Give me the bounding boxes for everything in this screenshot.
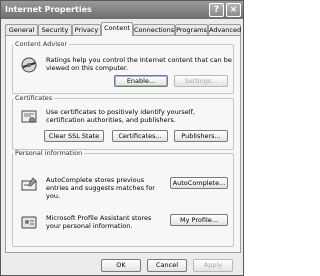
- content-advisor-icon: [20, 56, 38, 74]
- tab-connections[interactable]: Connections: [133, 24, 175, 35]
- clear-ssl-state-button[interactable]: Clear SSL State: [44, 130, 104, 142]
- certificate-icon: [20, 108, 38, 126]
- certificates-description: Use certificates to positively identify …: [46, 108, 195, 124]
- autocomplete-button[interactable]: AutoComplete...: [170, 177, 228, 189]
- profile-assistant-description: Microsoft Profile Assistant stores your …: [46, 214, 152, 230]
- content-advisor-heading: Content Advisor: [15, 40, 68, 48]
- profile-assistant-icon: [20, 213, 38, 231]
- help-button[interactable]: ?: [209, 3, 224, 17]
- content-advisor-description: Ratings help you control the Internet co…: [46, 56, 232, 72]
- tab-content[interactable]: Content: [101, 22, 133, 36]
- tab-programs[interactable]: Programs: [175, 24, 208, 35]
- my-profile-button[interactable]: My Profile...: [170, 214, 228, 226]
- internet-properties-dialog: Internet Properties ? × General Security…: [0, 0, 244, 276]
- publishers-button[interactable]: Publishers...: [174, 130, 228, 142]
- tab-security[interactable]: Security: [38, 24, 72, 35]
- autocomplete-icon: [20, 176, 38, 194]
- dialog-title: Internet Properties: [5, 5, 92, 14]
- close-button[interactable]: ×: [226, 3, 241, 17]
- apply-button[interactable]: Apply: [193, 259, 233, 272]
- cancel-button[interactable]: Cancel: [147, 259, 187, 272]
- ok-button[interactable]: OK: [101, 259, 141, 272]
- tab-general[interactable]: General: [5, 24, 38, 35]
- content-tab-panel: Content Advisor Ratings help you control…: [5, 35, 241, 253]
- title-bar: Internet Properties ? ×: [1, 1, 243, 19]
- autocomplete-description: AutoComplete stores previous entries and…: [46, 176, 155, 200]
- personal-information-heading: Personal information: [15, 149, 83, 157]
- tab-advanced[interactable]: Advanced: [208, 24, 241, 35]
- tab-privacy[interactable]: Privacy: [72, 24, 101, 35]
- certificates-button[interactable]: Certificates...: [112, 130, 168, 142]
- enable-button[interactable]: Enable...: [114, 75, 168, 87]
- certificates-heading: Certificates: [15, 94, 53, 102]
- settings-button[interactable]: Settings...: [174, 75, 228, 87]
